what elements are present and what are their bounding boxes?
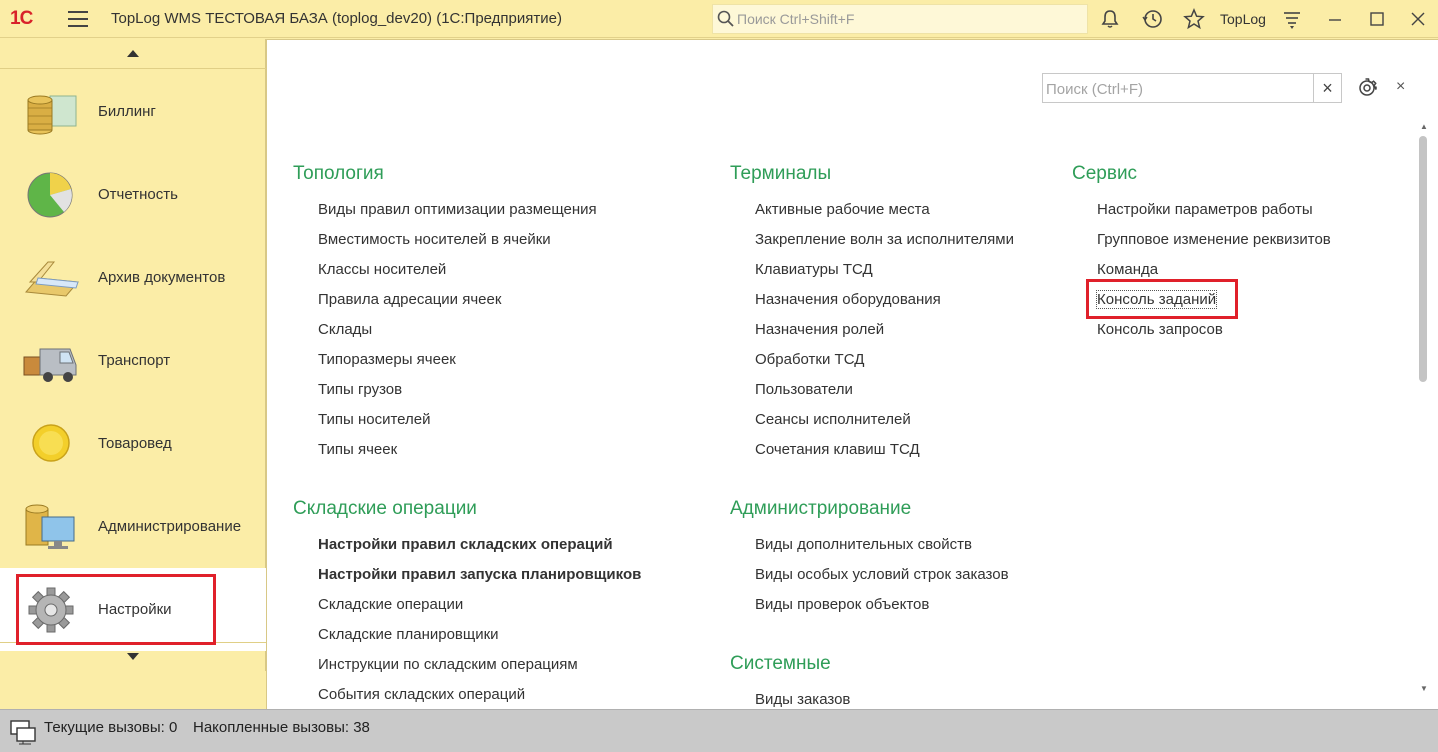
link-executor-sessions[interactable]: Сеансы исполнителей [755, 411, 911, 428]
panel-search[interactable]: × [1042, 73, 1342, 103]
link-cell-types[interactable]: Типы ячеек [318, 441, 397, 458]
sidebar-item-reports[interactable]: Отчетность [0, 153, 266, 236]
link-scheduler-rules-settings[interactable]: Настройки правил запуска планировщиков [318, 566, 641, 583]
link-cargo-types[interactable]: Типы грузов [318, 381, 402, 398]
favorites-star-icon[interactable] [1183, 8, 1205, 30]
highlight-box-settings [16, 574, 216, 645]
status-bar: Текущие вызовы: 0 Накопленные вызовы: 38 [0, 709, 1438, 752]
link-additional-properties[interactable]: Виды дополнительных свойств [755, 536, 972, 553]
close-window-icon[interactable] [1407, 8, 1429, 30]
link-carrier-capacity[interactable]: Вместимость носителей в ячейки [318, 231, 551, 248]
global-search[interactable] [712, 4, 1088, 34]
link-carrier-types[interactable]: Типы носителей [318, 411, 430, 428]
sidebar-item-billing[interactable]: Биллинг [0, 70, 266, 153]
notifications-bell-icon[interactable] [1099, 8, 1121, 30]
folder-icon [24, 261, 80, 297]
link-equipment-assignments[interactable]: Назначения оборудования [755, 291, 941, 308]
link-cell-addressing-rules[interactable]: Правила адресации ячеек [318, 291, 501, 308]
link-role-assignments[interactable]: Назначения ролей [755, 321, 884, 338]
link-special-order-conditions[interactable]: Виды особых условий строк заказов [755, 566, 1009, 583]
arrow-up-icon [127, 50, 139, 57]
settings-lines-icon[interactable] [1281, 8, 1303, 30]
link-users[interactable]: Пользователи [755, 381, 853, 398]
sections-scroll-up[interactable] [0, 39, 266, 69]
link-active-workstations[interactable]: Активные рабочие места [755, 201, 930, 218]
arrow-down-icon [127, 653, 139, 660]
link-carrier-classes[interactable]: Классы носителей [318, 261, 446, 278]
vertical-scrollbar[interactable]: ▲ ▼ [1417, 122, 1429, 696]
sidebar-item-label: Биллинг [98, 103, 156, 120]
link-tsd-processors[interactable]: Обработки ТСД [755, 351, 864, 368]
current-calls: Текущие вызовы: 0 [44, 719, 178, 736]
coins-icon [27, 95, 77, 135]
sidebar-item-administration[interactable]: Администрирование [0, 485, 266, 568]
section-title-administration: Администрирование [730, 498, 912, 519]
sidebar-item-merchandiser[interactable]: Товаровед [0, 402, 266, 485]
database-monitor-icon [25, 504, 75, 549]
link-group-attribute-change[interactable]: Групповое изменение реквизитов [1097, 231, 1331, 248]
sidebar-item-label: Отчетность [98, 186, 178, 203]
sections-scroll-down[interactable] [0, 642, 266, 671]
search-icon [717, 10, 734, 27]
link-optimization-rule-types[interactable]: Виды правил оптимизации размещения [318, 201, 597, 218]
minimize-icon[interactable] [1324, 8, 1346, 30]
app-logo[interactable]: 1С [10, 8, 33, 30]
link-warehouses[interactable]: Склады [318, 321, 372, 338]
main-menu-icon[interactable] [68, 11, 88, 27]
sidebar-item-label: Товаровед [98, 435, 172, 452]
section-title-service: Сервис [1072, 163, 1138, 184]
scroll-down-arrow[interactable]: ▼ [1420, 684, 1428, 693]
link-order-types[interactable]: Виды заказов [755, 691, 850, 708]
current-user[interactable]: TopLog [1220, 11, 1266, 27]
section-title-warehouse-operations: Складские операции [293, 498, 477, 519]
section-title-topology: Топология [293, 163, 384, 184]
link-warehouse-operations[interactable]: Складские операции [318, 596, 463, 613]
scrollbar-thumb[interactable] [1419, 136, 1427, 382]
pie-chart-icon [27, 172, 73, 218]
link-tsd-keyboards[interactable]: Клавиатуры ТСД [755, 261, 873, 278]
link-work-parameters[interactable]: Настройки параметров работы [1097, 201, 1313, 218]
link-tsd-shortcuts[interactable]: Сочетания клавиш ТСД [755, 441, 920, 458]
section-title-terminals: Терминалы [730, 163, 832, 184]
clear-search-button[interactable]: × [1313, 74, 1341, 102]
panel-search-input[interactable] [1046, 79, 1308, 99]
close-panel-button[interactable]: × [1396, 78, 1405, 96]
settings-panel: × × Топология Виды правил оптимизации ра… [266, 39, 1438, 709]
highlight-box-jobs-console [1086, 279, 1238, 319]
accumulated-calls: Накопленные вызовы: 38 [193, 719, 370, 736]
title-bar: 1С TopLog WMS ТЕСТОВАЯ БАЗА (toplog_dev2… [0, 0, 1438, 38]
link-object-checks[interactable]: Виды проверок объектов [755, 596, 929, 613]
link-operation-events[interactable]: События складских операций [318, 686, 525, 703]
truck-icon [23, 348, 77, 382]
sidebar-item-transport[interactable]: Транспорт [0, 319, 266, 402]
maximize-icon[interactable] [1366, 8, 1388, 30]
global-search-input[interactable] [737, 9, 1077, 29]
sidebar-item-label: Архив документов [98, 269, 226, 286]
scroll-up-arrow[interactable]: ▲ [1420, 122, 1428, 131]
window-title: TopLog WMS ТЕСТОВАЯ БАЗА (toplog_dev20) … [111, 10, 562, 27]
link-warehouse-schedulers[interactable]: Складские планировщики [318, 626, 499, 643]
link-wave-assignment[interactable]: Закрепление волн за исполнителями [755, 231, 1014, 248]
link-query-console[interactable]: Консоль запросов [1097, 321, 1223, 338]
section-title-system: Системные [730, 653, 831, 674]
link-operation-rules-settings[interactable]: Настройки правил складских операций [318, 536, 613, 553]
circle-icon [32, 424, 70, 462]
gear-icon[interactable] [1356, 77, 1378, 99]
link-command[interactable]: Команда [1097, 261, 1158, 278]
link-cell-sizes[interactable]: Типоразмеры ячеек [318, 351, 456, 368]
sidebar-item-documents-archive[interactable]: Архив документов [0, 236, 266, 319]
link-operation-instructions[interactable]: Инструкции по складским операциям [318, 656, 578, 673]
performance-monitor-icon[interactable] [9, 719, 37, 745]
sidebar-item-label: Администрирование [98, 518, 242, 535]
sidebar-item-label: Транспорт [98, 352, 171, 369]
history-icon[interactable] [1141, 8, 1163, 30]
